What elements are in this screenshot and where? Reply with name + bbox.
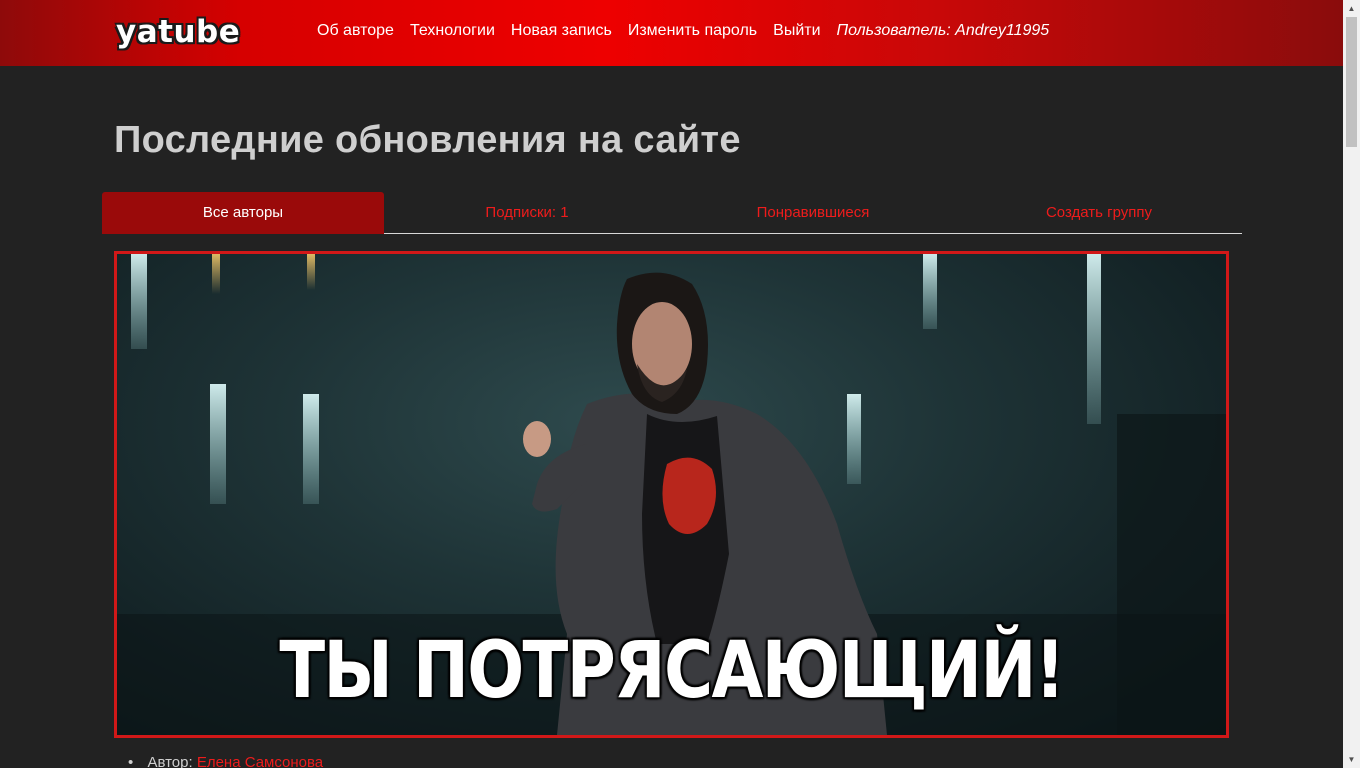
feed-tabs: Все авторы Подписки: 1 Понравившиеся Соз… [102,192,1242,234]
nav-change-password-link[interactable]: Изменить пароль [620,22,765,40]
page: yatube Об авторе Технологии Новая запись… [0,0,1360,768]
tab-subscriptions[interactable]: Подписки: 1 [384,192,670,234]
nav-tech-link[interactable]: Технологии [402,22,503,40]
scroll-thumb[interactable] [1346,17,1357,147]
post-image[interactable]: ТЫ ПОТРЯСАЮЩИЙ! [114,251,1229,738]
current-user-label: Пользователь: Andrey11995 [836,22,1050,39]
tab-create-group[interactable]: Создать группу [956,192,1242,234]
page-scrollbar[interactable]: ▲ ▼ [1343,0,1360,768]
post-author-line: • Автор: Елена Самсонова [128,754,323,768]
top-navbar: yatube Об авторе Технологии Новая запись… [0,0,1343,66]
scroll-up-arrow-icon[interactable]: ▲ [1343,0,1360,17]
nav-new-post-link[interactable]: Новая запись [503,22,620,40]
nav-logout-link[interactable]: Выйти [765,22,828,40]
nav-about-link[interactable]: Об авторе [309,22,402,40]
author-link[interactable]: Елена Самсонова [197,754,323,768]
site-logo[interactable]: yatube [116,13,240,51]
scroll-down-arrow-icon[interactable]: ▼ [1343,751,1360,768]
main-nav: Об авторе Технологии Новая запись Измени… [309,0,1057,62]
tab-liked[interactable]: Понравившиеся [670,192,956,234]
meme-caption: ТЫ ПОТРЯСАЮЩИЙ! [279,626,1065,716]
tab-all-authors[interactable]: Все авторы [102,192,384,234]
author-label: Автор: [147,754,193,768]
list-bullet-icon: • [128,754,134,768]
page-title: Последние обновления на сайте [114,119,741,161]
